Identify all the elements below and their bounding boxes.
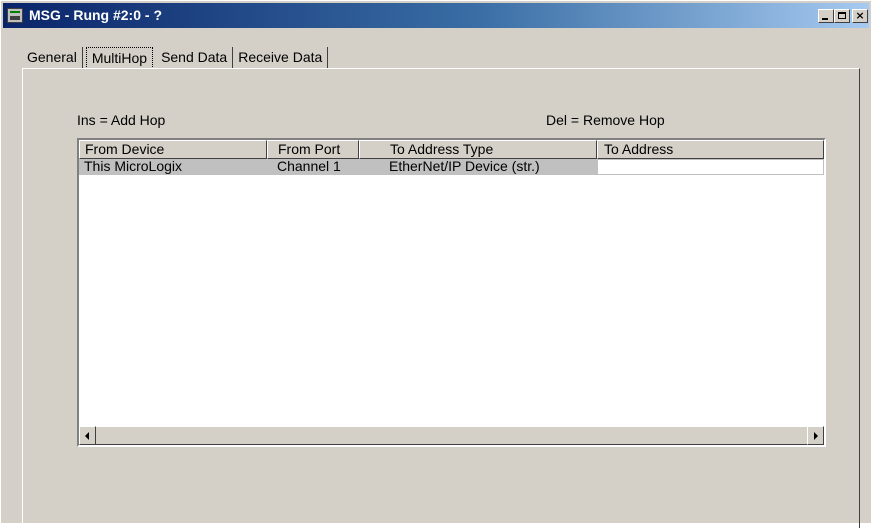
table-row[interactable]: This MicroLogix Channel 1 EtherNet/IP De… bbox=[79, 159, 824, 175]
add-hop-hint: Ins = Add Hop bbox=[77, 112, 166, 128]
tab-multihop[interactable]: MultiHop bbox=[85, 47, 154, 69]
tab-receive-data[interactable]: Receive Data bbox=[233, 47, 329, 69]
window-title: MSG - Rung #2:0 - ? bbox=[29, 7, 162, 23]
close-icon: × bbox=[855, 9, 865, 22]
minimize-button[interactable] bbox=[818, 9, 834, 23]
column-header-to-address-type[interactable]: To Address Type bbox=[359, 140, 597, 159]
tab-general[interactable]: General bbox=[22, 47, 83, 69]
column-header-to-address[interactable]: To Address bbox=[597, 140, 824, 159]
scroll-left-button[interactable] bbox=[79, 426, 96, 445]
cell-from-device[interactable]: This MicroLogix bbox=[79, 159, 267, 175]
title-bar[interactable]: MSG - Rung #2:0 - ? × bbox=[3, 3, 869, 28]
arrow-left-icon bbox=[85, 432, 89, 440]
tab-strip: General MultiHop Send Data Receive Data bbox=[22, 45, 329, 69]
msg-app-icon[interactable] bbox=[7, 8, 23, 23]
msg-dialog: MSG - Rung #2:0 - ? × General MultiHop S… bbox=[0, 0, 871, 528]
maximize-button[interactable] bbox=[834, 9, 850, 23]
arrow-right-icon bbox=[814, 432, 818, 440]
close-button[interactable]: × bbox=[852, 9, 868, 23]
tab-send-data[interactable]: Send Data bbox=[156, 47, 234, 69]
horizontal-scrollbar[interactable] bbox=[79, 426, 824, 445]
minimize-icon bbox=[822, 18, 828, 20]
cell-from-port[interactable]: Channel 1 bbox=[267, 159, 359, 175]
remove-hop-hint: Del = Remove Hop bbox=[546, 112, 665, 128]
scroll-track[interactable] bbox=[96, 426, 807, 445]
column-header-from-port[interactable]: From Port bbox=[267, 140, 359, 159]
cell-to-address[interactable] bbox=[597, 159, 824, 175]
cell-to-address-type[interactable]: EtherNet/IP Device (str.) bbox=[359, 159, 597, 175]
maximize-icon bbox=[838, 12, 846, 19]
scroll-right-button[interactable] bbox=[807, 426, 824, 445]
hop-table[interactable]: From Device From Port To Address Type To… bbox=[77, 138, 826, 447]
table-header: From Device From Port To Address Type To… bbox=[79, 140, 824, 159]
column-header-from-device[interactable]: From Device bbox=[79, 140, 267, 159]
